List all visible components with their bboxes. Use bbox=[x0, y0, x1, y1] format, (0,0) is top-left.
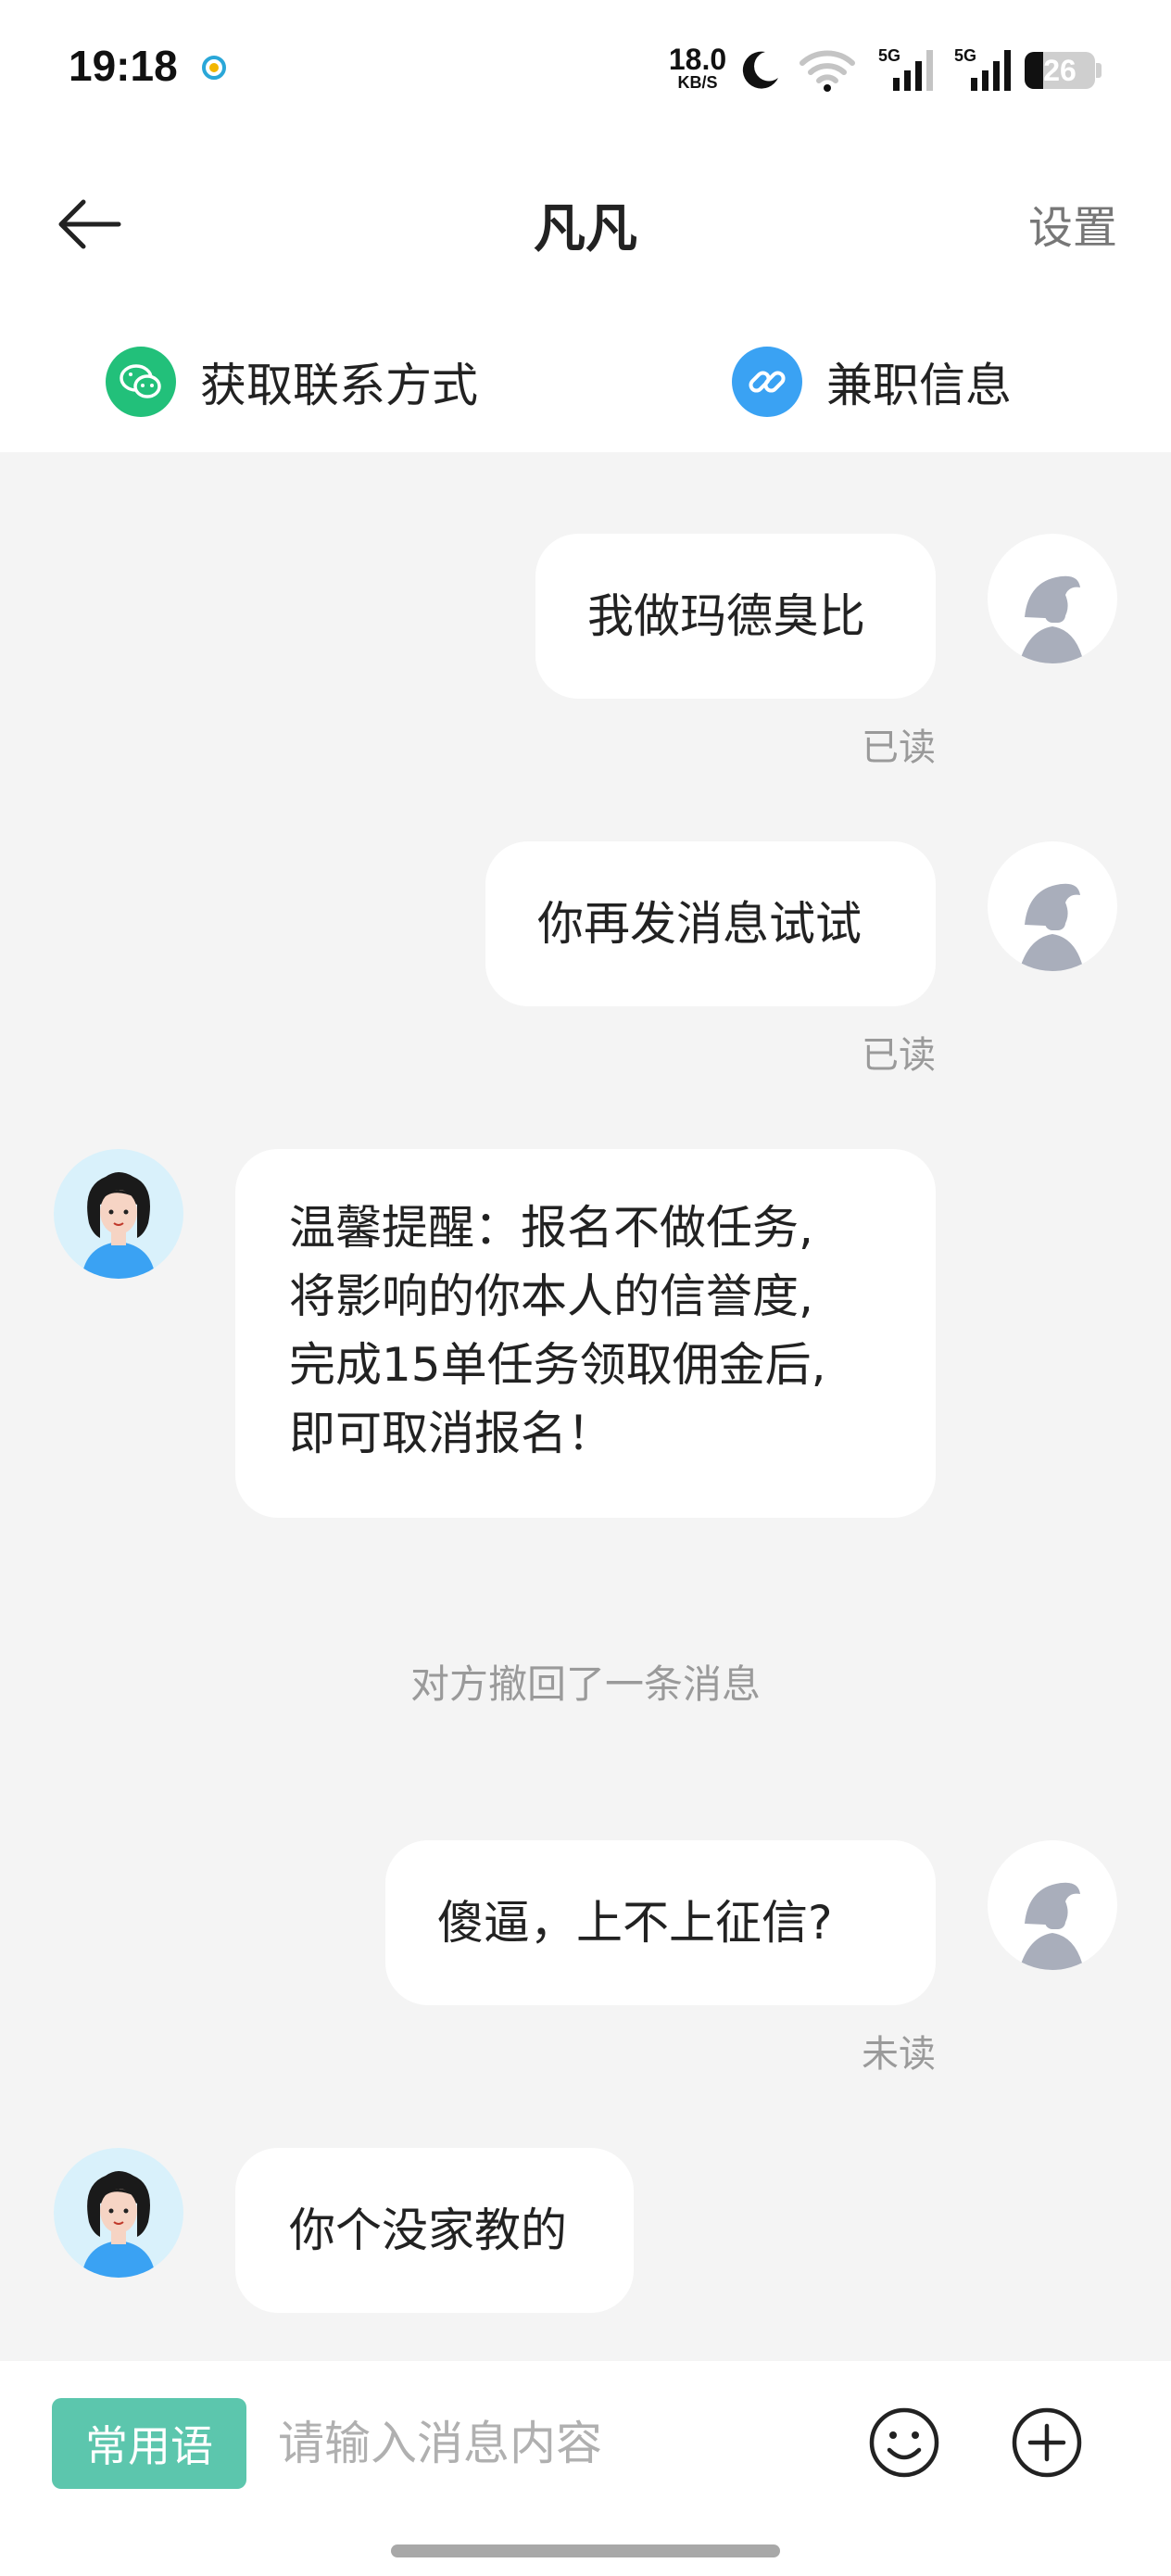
job-info-button[interactable]: 兼职信息 bbox=[732, 345, 1012, 419]
signal2-label: 5G bbox=[954, 46, 976, 65]
sent-message-bubble[interactable]: 傻逼，上不上征信? bbox=[385, 1840, 936, 2005]
home-indicator[interactable] bbox=[391, 2544, 780, 2557]
message-line: 完成15单任务领取佣金后, bbox=[289, 1338, 826, 1392]
battery-icon: 26 bbox=[1025, 52, 1095, 89]
quick-actions-bar: 获取联系方式 兼职信息 bbox=[0, 306, 1171, 452]
signal1-label: 5G bbox=[878, 46, 900, 65]
nav-bar: 凡凡 设置 bbox=[0, 139, 1171, 306]
settings-button[interactable]: 设置 bbox=[1028, 191, 1117, 256]
avatar[interactable] bbox=[54, 1149, 183, 1279]
message-line: 将影响的你本人的信誉度, bbox=[289, 1269, 813, 1323]
signal-icon: 5G bbox=[878, 46, 933, 91]
message-input[interactable] bbox=[278, 2398, 834, 2489]
read-status: 已读 bbox=[862, 1034, 936, 1077]
chat-message-list: 我做玛德臭比 已读 你再发消息试试 已读 温馨提醒：报名不做任务, 将影响的你本… bbox=[0, 452, 1171, 2361]
network-speed: 18.0 KB/S bbox=[667, 44, 728, 91]
message-input-bar: 常用语 bbox=[0, 2361, 1171, 2576]
job-info-label: 兼职信息 bbox=[826, 359, 1012, 412]
received-message-bubble[interactable]: 你个没家教的 bbox=[235, 2148, 634, 2313]
message-line: 即可取消报名！ bbox=[289, 1407, 613, 1460]
read-status: 已读 bbox=[862, 726, 936, 769]
wifi-icon bbox=[800, 50, 855, 92]
network-speed-value: 18.0 bbox=[668, 43, 727, 76]
plus-icon[interactable] bbox=[1008, 2404, 1086, 2481]
wechat-icon bbox=[106, 347, 176, 417]
message-text: 我做玛德臭比 bbox=[587, 589, 865, 643]
received-message-bubble[interactable]: 温馨提醒：报名不做任务, 将影响的你本人的信誉度, 完成15单任务领取佣金后, … bbox=[235, 1149, 936, 1518]
avatar[interactable] bbox=[54, 2148, 183, 2278]
message-text: 傻逼，上不上征信? bbox=[437, 1896, 833, 1950]
moon-icon bbox=[742, 51, 778, 89]
common-phrases-button[interactable]: 常用语 bbox=[52, 2398, 246, 2489]
get-contact-button[interactable]: 获取联系方式 bbox=[106, 345, 478, 419]
status-time: 19:18 bbox=[69, 42, 178, 90]
sent-message-bubble[interactable]: 你再发消息试试 bbox=[485, 841, 936, 1006]
message-text: 你再发消息试试 bbox=[537, 897, 862, 951]
carrier-logo-icon bbox=[202, 56, 226, 80]
read-status: 未读 bbox=[862, 2033, 936, 2076]
get-contact-label: 获取联系方式 bbox=[200, 359, 478, 412]
battery-tip bbox=[1096, 63, 1102, 78]
sent-message-bubble[interactable]: 我做玛德臭比 bbox=[535, 534, 936, 699]
avatar[interactable] bbox=[988, 1840, 1117, 1970]
signal-icon: 5G bbox=[954, 46, 1011, 91]
link-icon bbox=[732, 347, 802, 417]
recalled-message-notice: 对方撤回了一条消息 bbox=[409, 1661, 761, 1707]
avatar[interactable] bbox=[988, 534, 1117, 663]
status-bar: 19:18 18.0 KB/S 5G 5G 26 bbox=[0, 0, 1171, 139]
battery-level: 26 bbox=[1043, 54, 1077, 87]
emoji-icon[interactable] bbox=[865, 2404, 943, 2481]
message-text: 你个没家教的 bbox=[289, 2203, 567, 2257]
chat-title: 凡凡 bbox=[534, 199, 637, 259]
avatar[interactable] bbox=[988, 841, 1117, 971]
network-speed-unit: KB/S bbox=[677, 73, 718, 92]
message-line: 温馨提醒：报名不做任务, bbox=[289, 1201, 813, 1255]
